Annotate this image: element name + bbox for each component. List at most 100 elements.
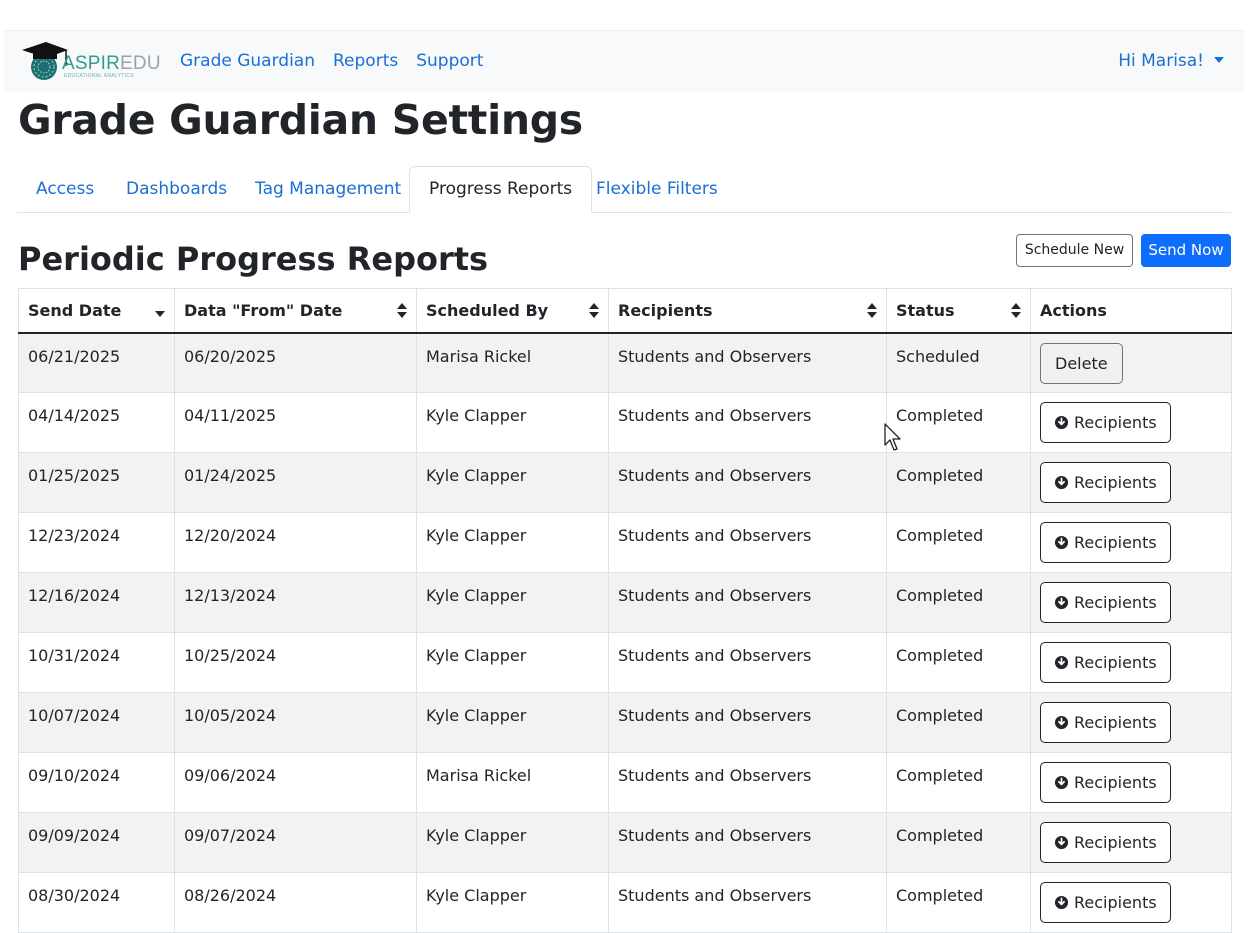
send-date-cell: 10/31/2024 [18, 632, 175, 693]
from-date-cell: 10/25/2024 [174, 632, 417, 693]
recipients-cell: Students and Observers [608, 632, 887, 693]
status-cell: Completed [886, 752, 1031, 813]
sort-icon [867, 303, 877, 319]
status-cell: Completed [886, 452, 1031, 513]
download-recipients-button[interactable]: Recipients [1040, 582, 1171, 623]
column-header-actions: Actions [1030, 288, 1232, 334]
send-date-cell: 12/16/2024 [18, 572, 175, 633]
download-recipients-button[interactable]: Recipients [1040, 702, 1171, 743]
download-recipients-button[interactable]: Recipients [1040, 522, 1171, 563]
logo-text-aspir: ASPIR [62, 53, 121, 74]
logo-tagline: EDUCATIONAL ANALYTICS [64, 73, 134, 79]
actions-cell: Recipients [1030, 752, 1232, 813]
settings-tabs: Access Dashboards Tag Management Progres… [17, 166, 1231, 213]
download-circle-icon [1054, 475, 1069, 490]
scheduled-by-cell: Kyle Clapper [416, 812, 609, 873]
actions-cell: Recipients [1030, 392, 1232, 453]
from-date-cell: 06/20/2025 [174, 332, 417, 393]
actions-cell: Recipients [1030, 872, 1232, 933]
download-recipients-button[interactable]: Recipients [1040, 822, 1171, 863]
table-row: 08/30/2024 08/26/2024 Kyle Clapper Stude… [18, 872, 1232, 933]
tab-tag-management[interactable]: Tag Management [236, 166, 420, 211]
tab-dashboards[interactable]: Dashboards [107, 166, 246, 211]
logo-text-edu: EDU [120, 53, 161, 74]
download-recipients-button[interactable]: Recipients [1040, 642, 1171, 683]
tab-access[interactable]: Access [17, 166, 113, 211]
send-date-cell: 04/14/2025 [18, 392, 175, 453]
status-cell: Completed [886, 692, 1031, 753]
sort-icon [1011, 303, 1021, 319]
from-date-cell: 12/20/2024 [174, 512, 417, 573]
download-recipients-button[interactable]: Recipients [1040, 882, 1171, 923]
column-header-recipients[interactable]: Recipients [608, 288, 887, 334]
send-date-cell: 08/30/2024 [18, 872, 175, 933]
scheduled-by-cell: Kyle Clapper [416, 572, 609, 633]
send-date-cell: 06/21/2025 [18, 332, 175, 393]
column-header-scheduled-by[interactable]: Scheduled By [416, 288, 609, 334]
table-row: 10/31/2024 10/25/2024 Kyle Clapper Stude… [18, 632, 1232, 693]
recipients-cell: Students and Observers [608, 332, 887, 393]
recipients-cell: Students and Observers [608, 572, 887, 633]
status-cell: Completed [886, 632, 1031, 693]
download-recipients-button[interactable]: Recipients [1040, 402, 1171, 443]
table-header-row: Send Date Data "From" Date Scheduled By … [18, 288, 1232, 334]
recipients-cell: Students and Observers [608, 812, 887, 873]
progress-reports-table: Send Date Data "From" Date Scheduled By … [18, 288, 1232, 933]
download-circle-icon [1054, 715, 1069, 730]
sort-descending-icon [155, 311, 165, 317]
download-recipients-button[interactable]: Recipients [1040, 462, 1171, 503]
actions-cell: Delete [1030, 332, 1232, 393]
status-cell: Completed [886, 512, 1031, 573]
nav-link-reports[interactable]: Reports [333, 51, 398, 71]
scheduled-by-cell: Kyle Clapper [416, 692, 609, 753]
delete-button[interactable]: Delete [1040, 342, 1123, 384]
column-header-status[interactable]: Status [886, 288, 1031, 334]
tab-flexible-filters[interactable]: Flexible Filters [577, 166, 737, 211]
user-menu-dropdown[interactable]: Hi Marisa! [1118, 51, 1224, 71]
from-date-cell: 09/07/2024 [174, 812, 417, 873]
download-circle-icon [1054, 535, 1069, 550]
from-date-cell: 01/24/2025 [174, 452, 417, 513]
top-navbar: ASPIREDU EDUCATIONAL ANALYTICS Grade Gua… [4, 30, 1244, 92]
table-row: 09/09/2024 09/07/2024 Kyle Clapper Stude… [18, 812, 1232, 873]
actions-cell: Recipients [1030, 572, 1232, 633]
main-nav: Grade Guardian Reports Support [180, 51, 501, 71]
table-row: 12/16/2024 12/13/2024 Kyle Clapper Stude… [18, 572, 1232, 633]
send-date-cell: 10/07/2024 [18, 692, 175, 753]
recipients-cell: Students and Observers [608, 392, 887, 453]
table-row: 09/10/2024 09/06/2024 Marisa Rickel Stud… [18, 752, 1232, 813]
actions-cell: Recipients [1030, 692, 1232, 753]
sort-icon [589, 303, 599, 319]
recipients-cell: Students and Observers [608, 752, 887, 813]
tab-progress-reports[interactable]: Progress Reports [409, 166, 593, 213]
sort-icon [397, 303, 407, 319]
from-date-cell: 12/13/2024 [174, 572, 417, 633]
table-row: 01/25/2025 01/24/2025 Kyle Clapper Stude… [18, 452, 1232, 513]
section-title: Periodic Progress Reports [18, 240, 489, 278]
page-title: Grade Guardian Settings [18, 96, 583, 144]
from-date-cell: 09/06/2024 [174, 752, 417, 813]
download-circle-icon [1054, 595, 1069, 610]
download-circle-icon [1054, 655, 1069, 670]
send-date-cell: 01/25/2025 [18, 452, 175, 513]
download-recipients-button[interactable]: Recipients [1040, 762, 1171, 803]
scheduled-by-cell: Marisa Rickel [416, 752, 609, 813]
actions-cell: Recipients [1030, 812, 1232, 873]
aspiredu-logo[interactable]: ASPIREDU EDUCATIONAL ANALYTICS [20, 41, 161, 83]
send-now-button[interactable]: Send Now [1141, 234, 1231, 267]
from-date-cell: 08/26/2024 [174, 872, 417, 933]
column-header-from-date[interactable]: Data "From" Date [174, 288, 417, 334]
recipients-cell: Students and Observers [608, 692, 887, 753]
column-header-send-date[interactable]: Send Date [18, 288, 175, 334]
caret-down-icon [1214, 57, 1224, 63]
download-circle-icon [1054, 835, 1069, 850]
from-date-cell: 04/11/2025 [174, 392, 417, 453]
send-date-cell: 09/10/2024 [18, 752, 175, 813]
send-date-cell: 12/23/2024 [18, 512, 175, 573]
status-cell: Completed [886, 812, 1031, 873]
nav-link-support[interactable]: Support [416, 51, 483, 71]
nav-link-grade-guardian[interactable]: Grade Guardian [180, 51, 315, 71]
schedule-new-button[interactable]: Schedule New [1016, 234, 1133, 267]
recipients-cell: Students and Observers [608, 452, 887, 513]
download-circle-icon [1054, 415, 1069, 430]
